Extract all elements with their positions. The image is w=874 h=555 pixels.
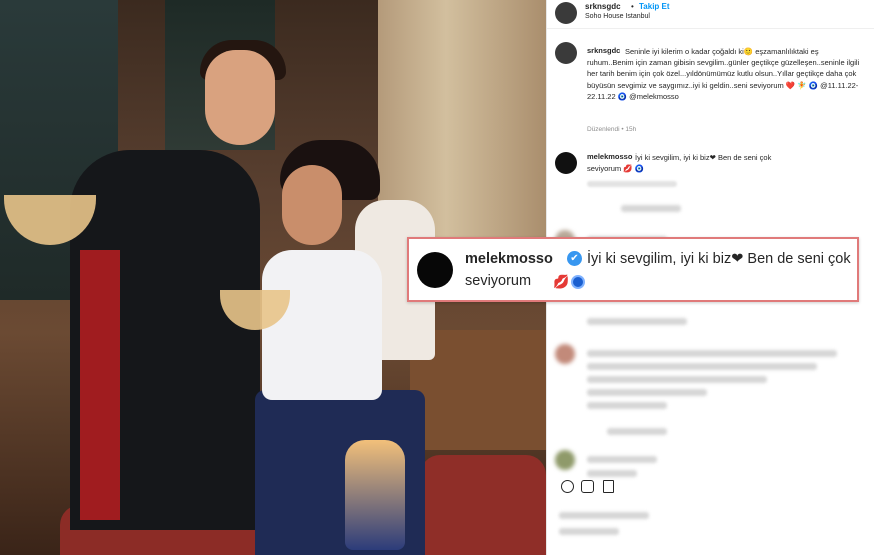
avatar[interactable] <box>555 42 577 64</box>
heart-icon[interactable] <box>561 480 574 493</box>
caption-username[interactable]: srknsgdc <box>587 46 620 55</box>
blurred-meta <box>587 181 677 187</box>
blurred-text <box>587 456 657 463</box>
avatar[interactable] <box>417 252 453 288</box>
caption-text: Seninle iyi kilerim o kadar çoğaldı ki🙂 … <box>587 47 860 101</box>
highlight-text-line1: İyi ki sevgilim, iyi ki biz❤ Ben de seni… <box>587 251 851 267</box>
blurred-text <box>587 470 637 477</box>
blurred-text <box>607 428 667 435</box>
highlight-username[interactable]: melekmosso <box>465 251 553 267</box>
share-icon[interactable] <box>603 480 614 493</box>
highlight-text-line2: seviyorum <box>465 273 532 289</box>
follow-button[interactable]: Takip Et <box>639 2 670 11</box>
blurred-text <box>587 389 707 396</box>
comment-username[interactable]: melekmosso <box>587 152 632 161</box>
caption-edited: Düzenlendi • 15h <box>587 126 637 133</box>
woman-shirt <box>262 250 382 400</box>
blurred-text <box>587 350 837 357</box>
blurred-likes <box>559 512 649 519</box>
woman-face <box>282 165 342 245</box>
blurred-text <box>587 363 817 370</box>
blurred-avatar <box>555 344 575 364</box>
evil-eye-icon <box>571 275 585 289</box>
post-header: srknsgdc • Takip Et Soho House Istanbul <box>547 0 874 29</box>
figurine <box>345 440 405 550</box>
sofa <box>420 455 546 555</box>
man-face <box>205 50 275 145</box>
cape <box>80 250 120 520</box>
post-username[interactable]: srknsgdc <box>585 2 621 11</box>
avatar[interactable] <box>555 2 577 24</box>
verified-badge-icon: ✔ <box>567 251 582 266</box>
comment-icon[interactable] <box>581 480 594 493</box>
blurred-text <box>587 402 667 409</box>
blurred-text <box>587 376 767 383</box>
blurred-date <box>559 528 619 535</box>
screenshot: srknsgdc • Takip Et Soho House Istanbul … <box>0 0 874 555</box>
avatar[interactable] <box>555 152 577 174</box>
blurred-text <box>621 205 681 212</box>
lips-icon: 💋 <box>553 274 570 289</box>
blurred-avatar <box>555 450 575 470</box>
highlighted-comment: melekmosso ✔ İyi ki sevgilim, iyi ki biz… <box>407 237 859 302</box>
post-location[interactable]: Soho House Istanbul <box>585 13 650 20</box>
blurred-text <box>587 318 687 325</box>
separator-dot: • <box>631 2 634 11</box>
